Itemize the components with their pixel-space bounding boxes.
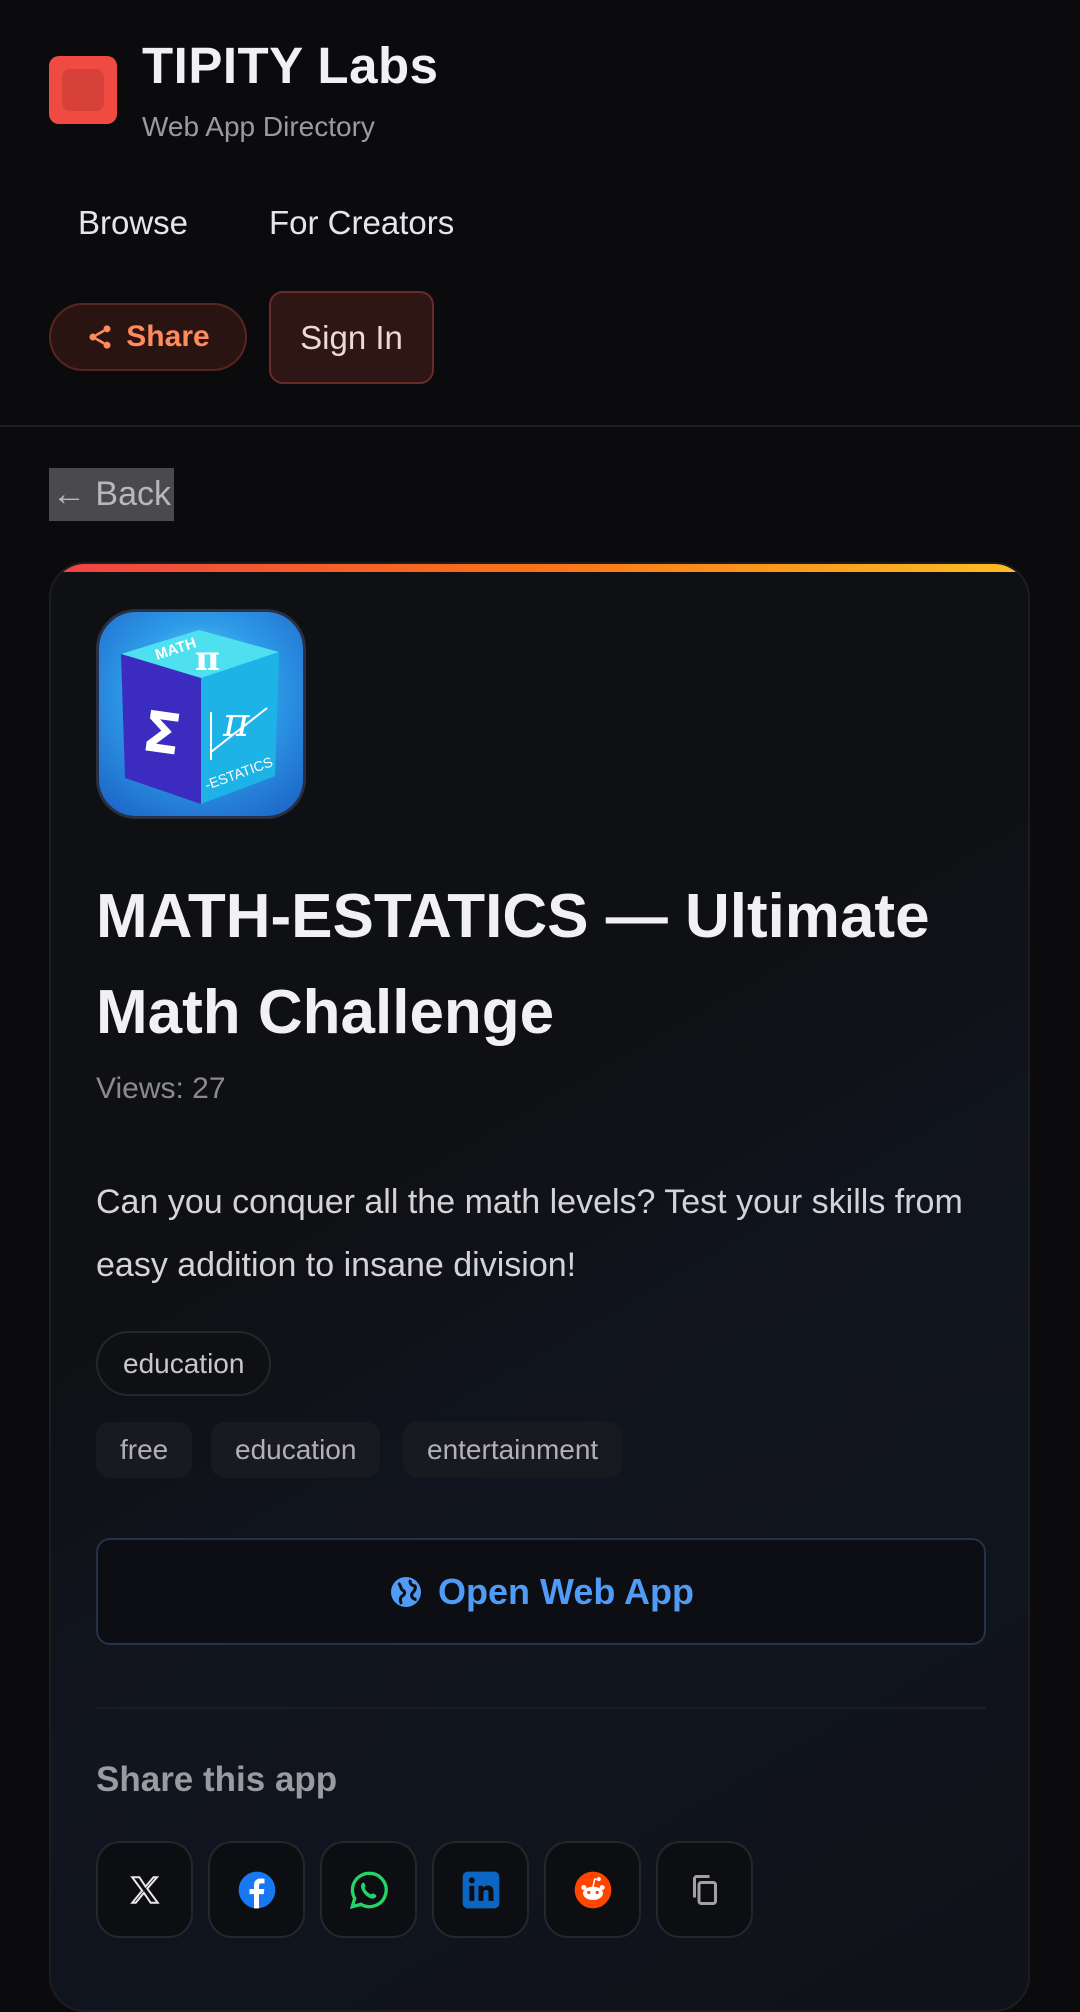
- whatsapp-icon: [349, 1871, 388, 1909]
- card-accent-bar: [51, 564, 1028, 572]
- open-web-app-label: Open Web App: [438, 1570, 694, 1612]
- share-button-label: Share: [126, 320, 210, 353]
- tag-education[interactable]: education: [211, 1422, 381, 1478]
- tag-entertainment[interactable]: entertainment: [403, 1422, 623, 1478]
- nav-browse-link[interactable]: Browse: [78, 204, 188, 242]
- app-detail-card: MATH π Σ π -ESTATICS MATH-ESTATICS — Ult…: [49, 562, 1030, 2012]
- share-facebook-button[interactable]: [208, 1841, 305, 1938]
- linkedin-icon: [462, 1871, 499, 1908]
- brand-subtitle: Web App Directory: [142, 111, 375, 142]
- section-divider: [96, 1707, 986, 1709]
- share-whatsapp-button[interactable]: [320, 1841, 417, 1938]
- share-copy-link-button[interactable]: [656, 1841, 753, 1938]
- share-reddit-button[interactable]: [544, 1841, 641, 1938]
- app-title: MATH-ESTATICS — Ultimate Math Challenge: [96, 882, 930, 1047]
- category-badge[interactable]: education: [96, 1331, 272, 1396]
- nav-for-creators-link[interactable]: For Creators: [269, 204, 454, 242]
- copy-icon: [692, 1874, 717, 1905]
- share-button[interactable]: Share: [49, 303, 247, 371]
- icon-text-pi: π: [195, 639, 220, 679]
- x-icon: [129, 1875, 160, 1904]
- share-linkedin-button[interactable]: [432, 1841, 529, 1938]
- share-section-heading: Share this app: [96, 1760, 338, 1799]
- app-description: Can you conquer all the math levels? Tes…: [96, 1183, 963, 1284]
- brand-title[interactable]: TIPITY Labs: [142, 36, 438, 95]
- open-web-app-button[interactable]: Open Web App: [96, 1538, 986, 1645]
- logo-icon[interactable]: [49, 56, 117, 124]
- view-count: Views: 27: [96, 1072, 226, 1105]
- math-cube-icon: MATH π Σ π -ESTATICS: [96, 609, 306, 819]
- sign-in-button[interactable]: Sign In: [269, 291, 434, 384]
- facebook-icon: [238, 1871, 275, 1908]
- globe-icon: [391, 1576, 421, 1607]
- share-icon: [89, 325, 111, 349]
- share-x-button[interactable]: [96, 1841, 193, 1938]
- site-header: TIPITY Labs Web App Directory Browse For…: [0, 0, 1080, 427]
- reddit-icon: [574, 1871, 611, 1908]
- back-button[interactable]: ← Back: [49, 468, 174, 521]
- tag-free[interactable]: free: [96, 1422, 193, 1478]
